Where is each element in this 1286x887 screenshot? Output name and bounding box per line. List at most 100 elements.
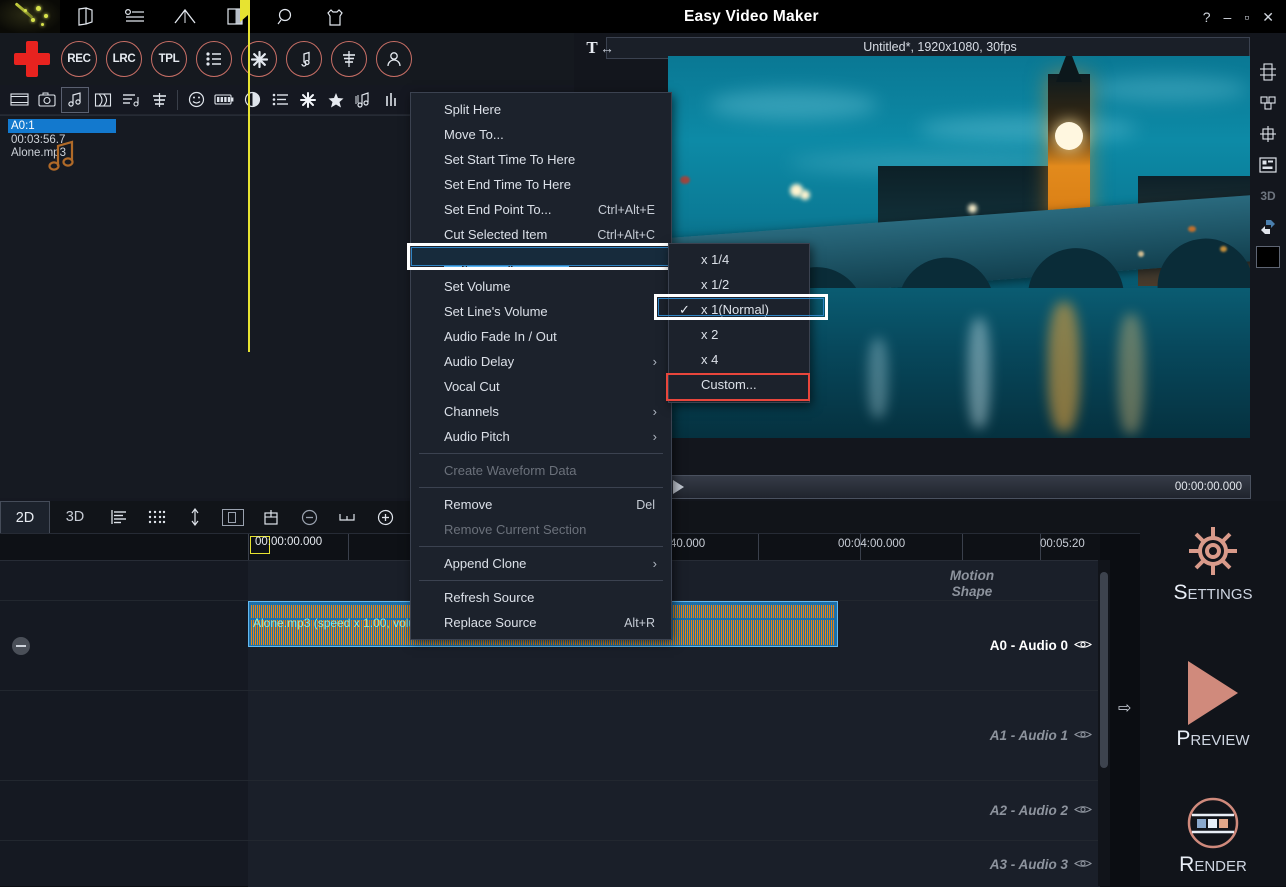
sidebar-item-track-a2[interactable]: A2 - Audio 2 xyxy=(852,781,1100,840)
menu-item-set-start-time[interactable]: Set Start Time To Here xyxy=(411,147,671,172)
sidebar-item-track-a1[interactable]: A1 - Audio 1 xyxy=(852,691,1100,780)
render-button[interactable]: RENDER xyxy=(1140,795,1286,877)
list-settings-icon[interactable] xyxy=(110,0,160,33)
collapse-track-button[interactable] xyxy=(12,636,30,655)
menu-item-set-lines-volume[interactable]: Set Line's Volume xyxy=(411,299,671,324)
help-button[interactable]: ? xyxy=(1203,10,1211,24)
list-icon[interactable] xyxy=(266,87,294,113)
menu-item-refresh-source[interactable]: Refresh Source xyxy=(411,585,671,610)
maximize-button[interactable]: ▫ xyxy=(1244,10,1249,24)
star-icon[interactable] xyxy=(322,87,350,113)
menu-item-split-here[interactable]: Split Here xyxy=(411,97,671,122)
magnifier-icon[interactable] xyxy=(260,0,310,33)
3d-label[interactable]: 3D xyxy=(1256,184,1280,208)
menu-item-audio-fade[interactable]: Audio Fade In / Out xyxy=(411,324,671,349)
submenu-item-x-quarter[interactable]: x 1/4 xyxy=(669,247,809,272)
zoom-out-icon[interactable] xyxy=(290,501,328,533)
smiley-icon[interactable] xyxy=(182,87,210,113)
eye-icon[interactable] xyxy=(1074,728,1092,743)
add-track-icon[interactable] xyxy=(252,501,290,533)
template-button[interactable]: TPL xyxy=(151,41,187,77)
submenu-item-x-half[interactable]: x 1/2 xyxy=(669,272,809,297)
grid-icon[interactable] xyxy=(138,501,176,533)
equalizer-icon[interactable] xyxy=(145,87,173,113)
zoom-in-icon[interactable] xyxy=(366,501,404,533)
table-row[interactable]: A3 - Audio 3 xyxy=(0,841,1100,887)
layout-2-icon[interactable] xyxy=(1256,91,1280,115)
align-icon[interactable] xyxy=(100,501,138,533)
peak-icon[interactable] xyxy=(160,0,210,33)
snowflake-icon[interactable] xyxy=(294,87,322,113)
book-icon[interactable] xyxy=(60,0,110,33)
camera-icon[interactable] xyxy=(33,87,61,113)
media-list-item[interactable]: A0:1 00:03:56.7 Alone.mp3 xyxy=(8,119,168,159)
battery-icon[interactable] xyxy=(210,87,238,113)
music-sharp-icon[interactable] xyxy=(350,87,378,113)
sidebar-item-track-a3[interactable]: A3 - Audio 3 xyxy=(852,841,1100,887)
submenu-item-x2[interactable]: x 2 xyxy=(669,322,809,347)
menu-item-move-to[interactable]: Move To... xyxy=(411,122,671,147)
list-button[interactable] xyxy=(196,41,232,77)
music-button[interactable] xyxy=(286,41,322,77)
height-icon[interactable] xyxy=(176,501,214,533)
submenu-item-x-normal[interactable]: ✓ x 1(Normal) xyxy=(669,297,809,322)
layout-3-icon[interactable] xyxy=(1256,122,1280,146)
split-panel-icon[interactable] xyxy=(210,0,260,33)
menu-item-set-end-time[interactable]: Set End Time To Here xyxy=(411,172,671,197)
preview-player-bar[interactable]: 00:00:00.000 xyxy=(668,475,1251,499)
menu-item-channels[interactable]: Channels › xyxy=(411,399,671,424)
tshirt-icon[interactable] xyxy=(310,0,360,33)
menu-item-audio-delay[interactable]: Audio Delay › xyxy=(411,349,671,374)
eye-icon[interactable] xyxy=(1074,803,1092,818)
playhead[interactable] xyxy=(240,0,250,352)
color-swatch[interactable] xyxy=(1256,246,1280,268)
table-row[interactable]: A2 - Audio 2 xyxy=(0,781,1100,841)
transition-icon[interactable] xyxy=(89,87,117,113)
effects-button[interactable] xyxy=(241,41,277,77)
menu-item-remove[interactable]: Remove Del xyxy=(411,492,671,517)
equalizer-button[interactable] xyxy=(331,41,367,77)
tab-2d[interactable]: 2D xyxy=(0,501,50,533)
sidebar-item-track-a0[interactable]: A0 - Audio 0 xyxy=(852,601,1100,690)
menu-item-cut-selected[interactable]: Cut Selected Item Ctrl+Alt+C xyxy=(411,222,671,247)
menu-item-set-volume[interactable]: Set Volume xyxy=(411,274,671,299)
move-icon[interactable] xyxy=(1256,215,1280,239)
resize-handle-icon[interactable]: ↔ xyxy=(600,40,614,56)
menu-item-vocal-cut[interactable]: Vocal Cut xyxy=(411,374,671,399)
minimize-button[interactable]: – xyxy=(1224,10,1232,24)
tab-3d[interactable]: 3D xyxy=(50,501,100,533)
table-row[interactable]: A1 - Audio 1 xyxy=(0,691,1100,781)
music-note-icon[interactable] xyxy=(61,86,89,113)
media-item-filename: Alone.mp3 xyxy=(11,147,66,159)
menu-item-replace-source[interactable]: Replace Source Alt+R xyxy=(411,610,671,635)
playback-speed-submenu[interactable]: x 1/4 x 1/2 ✓ x 1(Normal) x 2 x 4 Custom… xyxy=(668,243,810,403)
submenu-item-x4[interactable]: x 4 xyxy=(669,347,809,372)
contrast-icon[interactable] xyxy=(238,87,266,113)
eye-icon[interactable] xyxy=(1074,638,1092,653)
fit-icon[interactable] xyxy=(328,501,366,533)
playlist-icon[interactable] xyxy=(117,87,145,113)
scrollbar[interactable] xyxy=(1098,560,1110,886)
context-menu[interactable]: Split Here Move To... Set Start Time To … xyxy=(410,92,672,640)
play-icon[interactable] xyxy=(673,480,684,494)
select-icon[interactable] xyxy=(214,501,252,533)
video-icon[interactable] xyxy=(5,87,33,113)
menu-item-append-clone[interactable]: Append Clone › xyxy=(411,551,671,576)
record-button[interactable]: REC xyxy=(61,41,97,77)
eye-icon[interactable] xyxy=(1074,857,1092,872)
scrollbar-thumb[interactable] xyxy=(1100,572,1108,768)
expand-arrow-icon[interactable]: ⇨ xyxy=(1118,698,1131,718)
layout-4-icon[interactable] xyxy=(1256,153,1280,177)
user-button[interactable] xyxy=(376,41,412,77)
settings-button[interactable]: SETTINGS xyxy=(1140,523,1286,605)
bars-icon[interactable] xyxy=(378,87,406,113)
close-button[interactable]: ✕ xyxy=(1262,10,1274,24)
layout-1-icon[interactable] xyxy=(1256,60,1280,84)
add-media-button[interactable] xyxy=(12,39,52,79)
preview-button[interactable]: PREVIEW xyxy=(1140,661,1286,751)
menu-item-set-end-point[interactable]: Set End Point To... Ctrl+Alt+E xyxy=(411,197,671,222)
submenu-item-custom[interactable]: Custom... xyxy=(669,372,809,397)
menu-item-audio-pitch[interactable]: Audio Pitch › xyxy=(411,424,671,449)
menu-label: Audio Pitch xyxy=(444,429,510,444)
lyrics-button[interactable]: LRC xyxy=(106,41,142,77)
